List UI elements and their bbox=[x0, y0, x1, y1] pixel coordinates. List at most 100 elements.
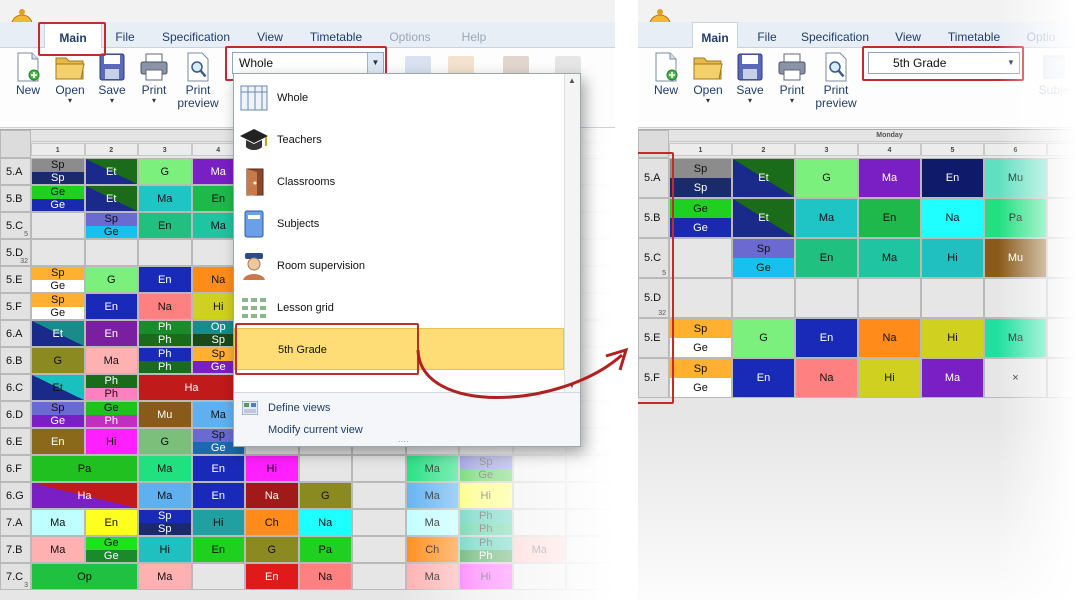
empty-cell[interactable] bbox=[1047, 358, 1076, 398]
lesson-cell[interactable]: Ph Ph bbox=[84, 374, 138, 401]
empty-cell[interactable] bbox=[669, 278, 732, 318]
ribbon-button-print-preview[interactable]: Print preview bbox=[176, 52, 220, 110]
lesson-cell[interactable]: Pa bbox=[31, 455, 138, 482]
dropdown-arrow-icon[interactable]: ▾ bbox=[48, 97, 92, 105]
lesson-cell[interactable]: Ma bbox=[984, 318, 1047, 358]
dropdown-arrow-icon[interactable]: ▾ bbox=[132, 97, 176, 105]
lesson-cell[interactable]: Ma bbox=[31, 509, 85, 536]
empty-cell[interactable] bbox=[1047, 238, 1076, 278]
dropdown-arrow-icon[interactable]: ▾ bbox=[728, 97, 772, 105]
lesson-cell[interactable]: En bbox=[84, 293, 138, 320]
lesson-cell[interactable]: En bbox=[31, 428, 85, 455]
empty-cell[interactable] bbox=[921, 278, 984, 318]
empty-cell[interactable] bbox=[512, 455, 566, 482]
lesson-cell[interactable]: Ma bbox=[858, 238, 921, 278]
dropdown-item-whole[interactable]: Whole bbox=[234, 77, 564, 119]
ribbon-button-new[interactable]: New bbox=[644, 52, 688, 97]
empty-cell[interactable] bbox=[566, 455, 615, 482]
lesson-cell[interactable]: Na bbox=[795, 358, 858, 398]
lesson-cell[interactable]: Ph Ph bbox=[459, 536, 513, 563]
empty-cell[interactable] bbox=[1047, 198, 1076, 238]
empty-cell[interactable] bbox=[566, 536, 615, 563]
lesson-cell[interactable]: Na bbox=[298, 563, 352, 590]
ribbon-button-print[interactable]: Print ▾ bbox=[770, 52, 814, 105]
lesson-cell[interactable]: En bbox=[138, 212, 192, 239]
class-row-header[interactable]: 5.A bbox=[0, 158, 31, 185]
empty-cell[interactable] bbox=[512, 509, 566, 536]
lesson-cell[interactable]: Sp Ge bbox=[31, 401, 85, 428]
lesson-cell[interactable]: Ge Ge bbox=[669, 198, 732, 238]
lesson-cell[interactable]: En bbox=[795, 238, 858, 278]
class-row-header[interactable]: 6.A bbox=[0, 320, 31, 347]
lesson-cell[interactable]: Sp Ge bbox=[732, 238, 795, 278]
class-row-header[interactable]: 7.B bbox=[0, 536, 31, 563]
empty-cell[interactable] bbox=[191, 563, 245, 590]
class-row-header[interactable]: 6.C bbox=[0, 374, 31, 401]
tab-file[interactable]: File bbox=[750, 22, 784, 48]
dropdown-item-subjects[interactable]: Subjects bbox=[234, 203, 564, 245]
empty-cell[interactable] bbox=[352, 563, 406, 590]
dropdown-arrow-icon[interactable]: ▾ bbox=[770, 97, 814, 105]
lesson-cell[interactable]: G bbox=[138, 428, 192, 455]
tab-optio[interactable]: Optio bbox=[1016, 22, 1066, 48]
lesson-cell[interactable]: En bbox=[858, 198, 921, 238]
lesson-cell[interactable]: Sp Ge bbox=[669, 318, 732, 358]
empty-cell[interactable] bbox=[512, 482, 566, 509]
tab-timetable[interactable]: Timetable bbox=[296, 22, 376, 48]
lesson-cell[interactable]: Ph Ph bbox=[138, 320, 192, 347]
lesson-cell[interactable]: En bbox=[138, 266, 192, 293]
lesson-cell[interactable]: Hi bbox=[459, 563, 513, 590]
lesson-cell[interactable]: Ph Ph bbox=[459, 509, 513, 536]
lesson-cell[interactable]: Hi bbox=[191, 509, 245, 536]
ribbon-button-save[interactable]: Save ▾ bbox=[728, 52, 772, 105]
empty-cell[interactable] bbox=[138, 239, 192, 266]
lesson-cell[interactable]: Na bbox=[298, 509, 352, 536]
class-row-header[interactable]: 5.C 5 bbox=[0, 212, 31, 239]
lesson-cell[interactable]: × bbox=[984, 358, 1047, 398]
tab-view[interactable]: View bbox=[246, 22, 294, 48]
modify-current-view-link[interactable]: Modify current view bbox=[268, 424, 363, 436]
class-row-header[interactable]: 7.A bbox=[0, 509, 31, 536]
empty-cell[interactable] bbox=[1047, 318, 1076, 358]
resize-grip-icon[interactable]: ···· bbox=[398, 437, 409, 446]
lesson-cell[interactable]: Sp Ge bbox=[84, 212, 138, 239]
ribbon-button-new[interactable]: New bbox=[6, 52, 50, 97]
lesson-cell[interactable]: G bbox=[138, 158, 192, 185]
class-row-header[interactable]: 7.C 3 bbox=[0, 563, 31, 590]
lesson-cell[interactable]: Ge Ge bbox=[31, 185, 85, 212]
lesson-cell[interactable]: Ha bbox=[31, 482, 138, 509]
lesson-cell[interactable]: G bbox=[732, 318, 795, 358]
lesson-cell[interactable]: Sp Sp bbox=[31, 158, 85, 185]
lesson-cell[interactable]: Ma bbox=[405, 455, 459, 482]
dropdown-arrow-icon[interactable]: ▾ bbox=[90, 97, 134, 105]
lesson-cell[interactable]: G bbox=[84, 266, 138, 293]
empty-cell[interactable] bbox=[84, 239, 138, 266]
lesson-cell[interactable]: Ma bbox=[405, 509, 459, 536]
lesson-cell[interactable]: Et bbox=[31, 374, 85, 401]
scroll-up-icon[interactable]: ▲ bbox=[568, 76, 576, 85]
lesson-cell[interactable]: En bbox=[795, 318, 858, 358]
lesson-cell[interactable]: Hi bbox=[84, 428, 138, 455]
lesson-cell[interactable]: Sp Ge bbox=[459, 455, 513, 482]
lesson-cell[interactable]: Ma bbox=[405, 563, 459, 590]
empty-cell[interactable] bbox=[669, 238, 732, 278]
empty-cell[interactable] bbox=[352, 536, 406, 563]
ribbon-button-print-preview[interactable]: Print preview bbox=[814, 52, 858, 110]
lesson-cell[interactable]: Hi bbox=[921, 238, 984, 278]
empty-cell[interactable] bbox=[984, 278, 1047, 318]
empty-cell[interactable] bbox=[352, 482, 406, 509]
lesson-cell[interactable]: G bbox=[245, 536, 299, 563]
lesson-cell[interactable]: Et bbox=[31, 320, 85, 347]
lesson-cell[interactable]: En bbox=[191, 482, 245, 509]
lesson-cell[interactable]: Ma bbox=[31, 536, 85, 563]
empty-cell[interactable] bbox=[31, 212, 85, 239]
lesson-cell[interactable]: Hi bbox=[921, 318, 984, 358]
class-row-header[interactable]: 6.G bbox=[0, 482, 31, 509]
lesson-cell[interactable]: G bbox=[31, 347, 85, 374]
empty-cell[interactable] bbox=[795, 278, 858, 318]
lesson-cell[interactable]: Hi bbox=[459, 482, 513, 509]
lesson-cell[interactable]: Mu bbox=[984, 238, 1047, 278]
empty-cell[interactable] bbox=[566, 482, 615, 509]
lesson-cell[interactable]: Ma bbox=[138, 185, 192, 212]
class-row-header[interactable]: 6.F bbox=[0, 455, 31, 482]
